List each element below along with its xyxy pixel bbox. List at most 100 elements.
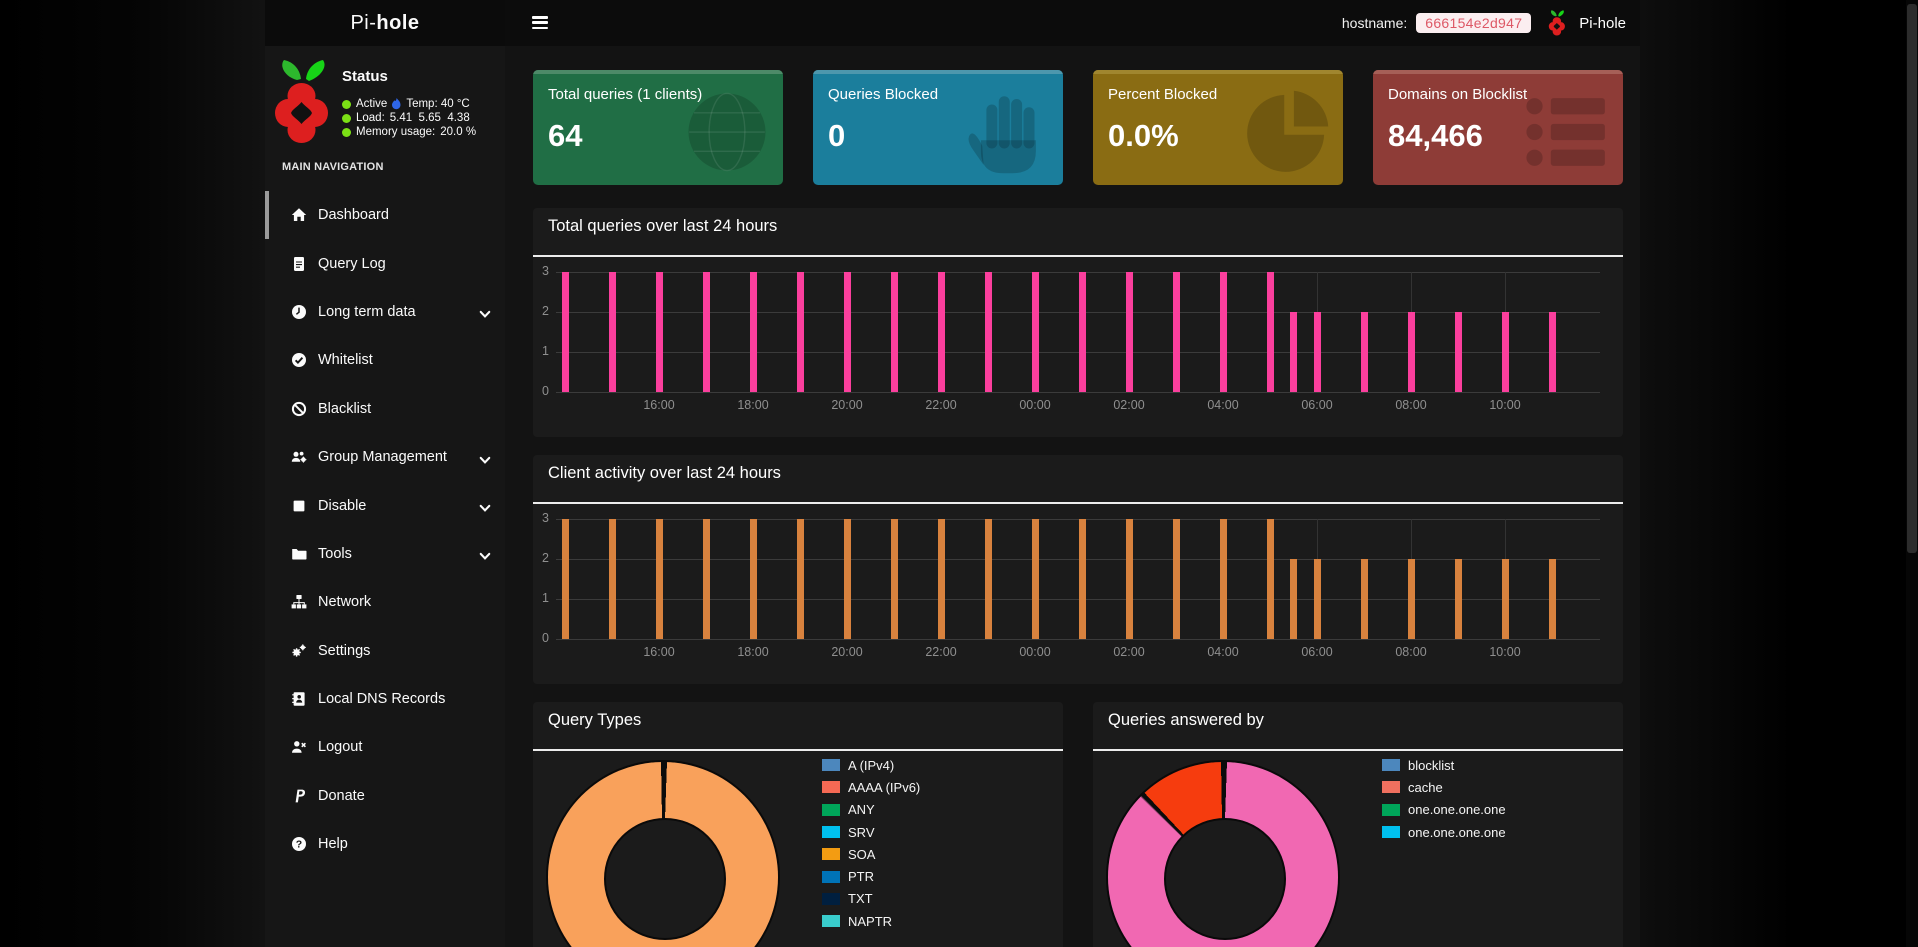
sidebar-item-label: Donate bbox=[318, 788, 365, 804]
bar-03:00[interactable] bbox=[1173, 519, 1180, 639]
queries-answered-by-panel: Queries answered by blocklistcacheone.on… bbox=[1093, 702, 1623, 947]
legend-item[interactable]: one.one.one.one bbox=[1382, 821, 1506, 843]
sidebar-item-network[interactable]: Network bbox=[265, 578, 505, 626]
bar-18:00[interactable] bbox=[750, 272, 757, 392]
active-accent-bar bbox=[265, 336, 269, 384]
bar-09:00[interactable] bbox=[1455, 559, 1462, 639]
bar-15:00[interactable] bbox=[609, 272, 616, 392]
bar-22:00[interactable] bbox=[938, 519, 945, 639]
brand-link[interactable]: Pi-hole bbox=[1579, 15, 1626, 32]
hamburger-icon[interactable] bbox=[532, 16, 548, 30]
legend-label: cache bbox=[1408, 780, 1443, 795]
bar-10:00[interactable] bbox=[1502, 559, 1509, 639]
sidebar-item-long-term-data[interactable]: Long term data bbox=[265, 288, 505, 336]
legend-item[interactable]: SOA bbox=[822, 843, 920, 865]
legend-item[interactable]: TXT bbox=[822, 888, 920, 910]
bar-01:00[interactable] bbox=[1079, 519, 1086, 639]
sidebar-item-dashboard[interactable]: Dashboard bbox=[265, 191, 505, 239]
bar-03:00[interactable] bbox=[1173, 272, 1180, 392]
legend-label: TXT bbox=[848, 891, 873, 906]
bar-08:00[interactable] bbox=[1408, 312, 1415, 392]
bar-23:00[interactable] bbox=[985, 272, 992, 392]
sidebar-item-logout[interactable]: Logout bbox=[265, 723, 505, 771]
bar-06:00[interactable] bbox=[1314, 559, 1321, 639]
legend-item[interactable]: cache bbox=[1382, 776, 1506, 798]
sidebar-item-settings[interactable]: Settings bbox=[265, 627, 505, 675]
bar-04:00[interactable] bbox=[1220, 519, 1227, 639]
bar-05:30[interactable] bbox=[1290, 559, 1297, 639]
x-axis-tick-label: 04:00 bbox=[1200, 645, 1246, 659]
legend-item[interactable]: A (IPv4) bbox=[822, 754, 920, 776]
bar-16:00[interactable] bbox=[656, 272, 663, 392]
bar-06:00[interactable] bbox=[1314, 312, 1321, 392]
sidebar-item-disable[interactable]: Disable bbox=[265, 481, 505, 529]
legend-swatch-icon bbox=[822, 915, 840, 927]
sidebar-item-whitelist[interactable]: Whitelist bbox=[265, 336, 505, 384]
active-accent-bar bbox=[265, 239, 269, 287]
bar-21:00[interactable] bbox=[891, 272, 898, 392]
legend-label: ANY bbox=[848, 802, 875, 817]
bar-14:00[interactable] bbox=[562, 272, 569, 392]
x-axis-tick-label: 02:00 bbox=[1106, 645, 1152, 659]
bar-05:00[interactable] bbox=[1267, 272, 1274, 392]
bar-11:00[interactable] bbox=[1549, 312, 1556, 392]
bar-17:00[interactable] bbox=[703, 519, 710, 639]
bar-22:00[interactable] bbox=[938, 272, 945, 392]
legend-item[interactable]: ANY bbox=[822, 799, 920, 821]
sidebar-item-query-log[interactable]: Query Log bbox=[265, 239, 505, 287]
legend-item[interactable]: one.one.one.one bbox=[1382, 799, 1506, 821]
bar-08:00[interactable] bbox=[1408, 559, 1415, 639]
bar-02:00[interactable] bbox=[1126, 519, 1133, 639]
bar-18:00[interactable] bbox=[750, 519, 757, 639]
page-scrollbar-thumb[interactable] bbox=[1907, 4, 1917, 553]
bar-23:00[interactable] bbox=[985, 519, 992, 639]
x-axis-tick-label: 08:00 bbox=[1388, 398, 1434, 412]
x-axis-tick-label: 02:00 bbox=[1106, 398, 1152, 412]
panel-divider bbox=[533, 749, 1063, 751]
queries-answered-by-donut-chart[interactable] bbox=[1108, 762, 1338, 947]
sidebar-item-group-management[interactable]: Group Management bbox=[265, 433, 505, 481]
sidebar-item-local-dns-records[interactable]: Local DNS Records bbox=[265, 675, 505, 723]
bar-17:00[interactable] bbox=[703, 272, 710, 392]
bar-05:30[interactable] bbox=[1290, 312, 1297, 392]
bar-19:00[interactable] bbox=[797, 272, 804, 392]
sidebar-item-tools[interactable]: Tools bbox=[265, 530, 505, 578]
x-axis-tick-label: 04:00 bbox=[1200, 398, 1246, 412]
bar-11:00[interactable] bbox=[1549, 559, 1556, 639]
bar-02:00[interactable] bbox=[1126, 272, 1133, 392]
bar-14:00[interactable] bbox=[562, 519, 569, 639]
sidebar-section-label: MAIN NAVIGATION bbox=[282, 161, 384, 173]
sidebar-logo-header[interactable]: Pi-hole bbox=[265, 0, 505, 46]
bar-00:00[interactable] bbox=[1032, 519, 1039, 639]
bar-15:00[interactable] bbox=[609, 519, 616, 639]
bar-01:00[interactable] bbox=[1079, 272, 1086, 392]
sidebar-item-donate[interactable]: Donate bbox=[265, 772, 505, 820]
active-accent-bar bbox=[265, 191, 269, 239]
bar-00:00[interactable] bbox=[1032, 272, 1039, 392]
bar-16:00[interactable] bbox=[656, 519, 663, 639]
bar-20:00[interactable] bbox=[844, 272, 851, 392]
bar-19:00[interactable] bbox=[797, 519, 804, 639]
legend-item[interactable]: AAAA (IPv6) bbox=[822, 776, 920, 798]
sidebar-item-blacklist[interactable]: Blacklist bbox=[265, 385, 505, 433]
sidebar-item-label: Disable bbox=[318, 498, 366, 514]
legend-item[interactable]: blocklist bbox=[1382, 754, 1506, 776]
status-dot-icon bbox=[342, 100, 351, 109]
legend-label: NAPTR bbox=[848, 914, 892, 929]
bar-20:00[interactable] bbox=[844, 519, 851, 639]
query-types-donut-chart[interactable] bbox=[548, 762, 778, 947]
bar-07:00[interactable] bbox=[1361, 559, 1368, 639]
legend-item[interactable]: PTR bbox=[822, 865, 920, 887]
hostname-badge[interactable]: 666154e2d947 bbox=[1416, 13, 1531, 33]
home-icon bbox=[290, 206, 308, 224]
bar-09:00[interactable] bbox=[1455, 312, 1462, 392]
legend-item[interactable]: NAPTR bbox=[822, 910, 920, 932]
bar-10:00[interactable] bbox=[1502, 312, 1509, 392]
legend-item[interactable]: SRV bbox=[822, 821, 920, 843]
bar-05:00[interactable] bbox=[1267, 519, 1274, 639]
sidebar-item-help[interactable]: ?Help bbox=[265, 820, 505, 868]
bar-21:00[interactable] bbox=[891, 519, 898, 639]
bar-04:00[interactable] bbox=[1220, 272, 1227, 392]
stat-card-total-queries-1-clients-: Total queries (1 clients)64 bbox=[533, 70, 783, 185]
bar-07:00[interactable] bbox=[1361, 312, 1368, 392]
